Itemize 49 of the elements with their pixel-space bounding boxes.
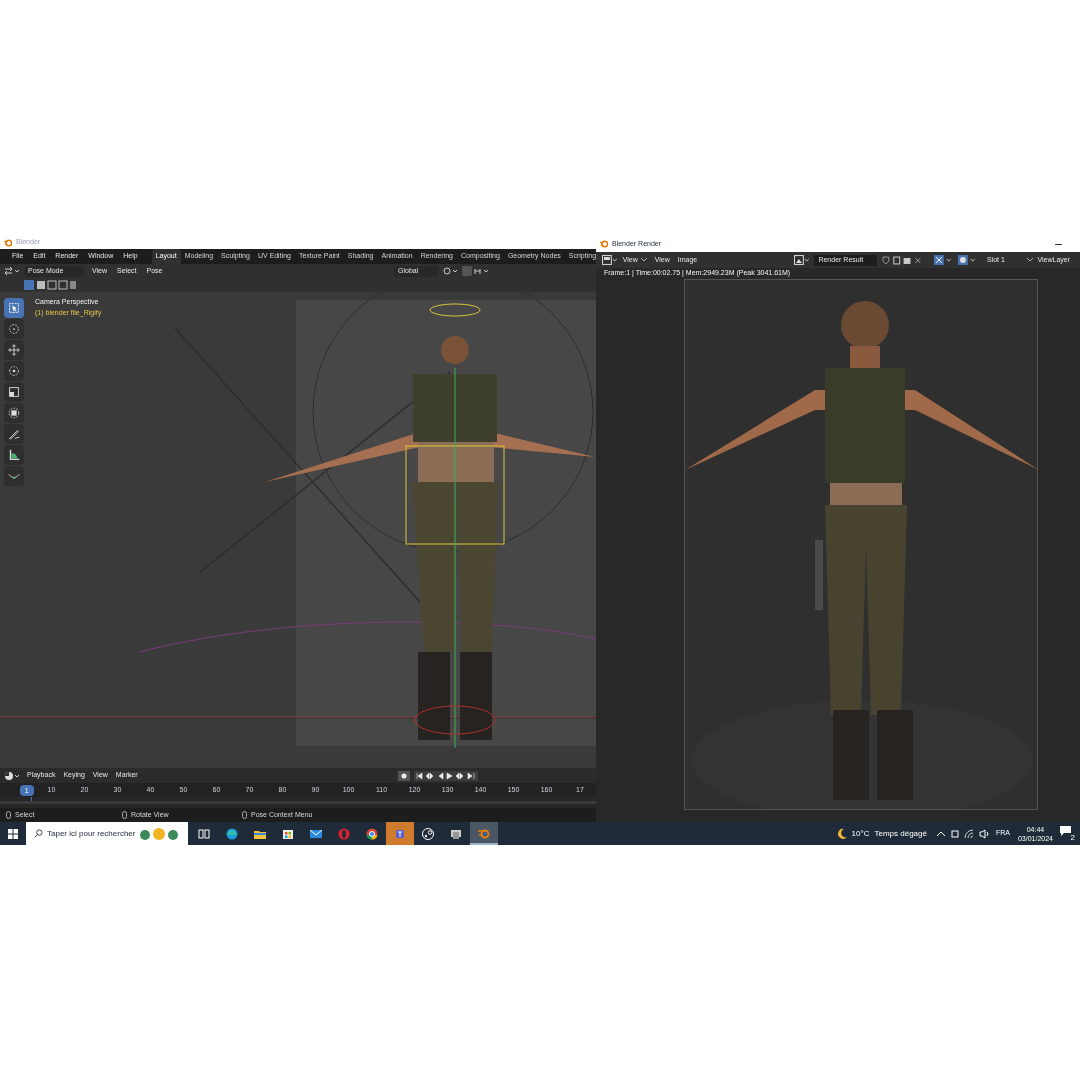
- tool-button[interactable]: [4, 445, 24, 465]
- cursor-icon: [7, 322, 21, 336]
- editor-type-icon[interactable]: [4, 770, 20, 781]
- link-icon[interactable]: [442, 266, 458, 276]
- speaker-icon[interactable]: [978, 828, 990, 839]
- rotate-icon: [7, 364, 21, 378]
- search-field[interactable]: Taper ici pour rechercher: [26, 822, 188, 845]
- record-icon[interactable]: [398, 770, 410, 781]
- tool-button[interactable]: [4, 298, 24, 318]
- caret-icon: [640, 258, 647, 262]
- task-view-icon: [197, 826, 211, 841]
- weather-temperature[interactable]: 10°C: [851, 827, 870, 840]
- transform-icon: [7, 406, 21, 420]
- editor-type-icon[interactable]: [602, 255, 618, 265]
- display-mode-icon[interactable]: [933, 255, 954, 265]
- overlay-icon[interactable]: [958, 255, 978, 265]
- tool-button[interactable]: [4, 403, 24, 423]
- moon-icon[interactable]: [835, 827, 848, 840]
- message-icon: [1060, 825, 1071, 836]
- notification-button[interactable]: 2: [1060, 825, 1076, 842]
- selection-mode-icons[interactable]: [24, 280, 76, 290]
- image-browse-icon[interactable]: [793, 255, 810, 265]
- scale-icon: [7, 385, 21, 399]
- mouse-icon: [242, 811, 247, 819]
- move-icon: [7, 343, 21, 357]
- wifi-icon[interactable]: [963, 828, 974, 839]
- camera-icon[interactable]: [950, 828, 959, 839]
- mouse-icon: [122, 811, 127, 819]
- ruler-icon: [7, 448, 21, 462]
- caret-icon: [1027, 258, 1034, 262]
- tool-button[interactable]: [4, 340, 24, 360]
- tool-button[interactable]: [4, 319, 24, 339]
- notification-count: 2: [1069, 832, 1076, 842]
- snap-icon[interactable]: [462, 266, 488, 276]
- box-select-icon: [7, 301, 21, 315]
- globe-sun-icon: [139, 826, 180, 841]
- windows-start-icon[interactable]: [8, 828, 18, 839]
- tool-button[interactable]: [4, 361, 24, 381]
- playback-controls-icon[interactable]: [414, 770, 478, 781]
- editor-type-icon[interactable]: [4, 266, 20, 276]
- search-icon: [34, 829, 43, 838]
- weather-condition[interactable]: Temps dégagé: [874, 827, 927, 840]
- chevron-up-icon[interactable]: [936, 831, 945, 836]
- tool-button[interactable]: [4, 382, 24, 402]
- pencil-icon: [7, 427, 21, 441]
- browser-icon: [225, 826, 239, 841]
- image-actions-icon[interactable]: [882, 255, 924, 265]
- mouse-icon: [6, 811, 11, 819]
- tool-button[interactable]: [4, 424, 24, 444]
